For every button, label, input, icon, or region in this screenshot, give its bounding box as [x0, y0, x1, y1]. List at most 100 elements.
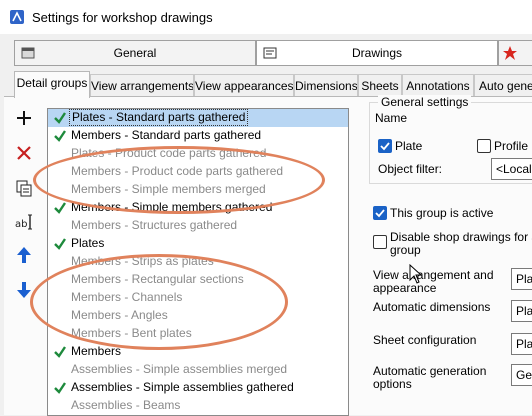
automatic-generation-combo[interactable]: Gen — [511, 364, 532, 386]
profile-label: Profile — [494, 139, 529, 153]
list-item-label: Plates - Product code parts gathered — [71, 146, 267, 160]
list-item-label: Members - Simple members merged — [71, 182, 266, 196]
tab-dimensions-label: Dimensions — [295, 79, 358, 93]
list-item[interactable]: Members - Standard parts gathered — [48, 127, 348, 145]
name-label: Name — [375, 111, 408, 125]
list-item-label: Members - Structures gathered — [71, 218, 238, 232]
disable-shop-label-1: Disable shop drawings for all i — [390, 230, 532, 244]
list-item[interactable]: Members - Rectangular sections — [48, 271, 348, 289]
app-logo-icon — [10, 10, 24, 24]
list-item[interactable]: Members - Simple members merged — [48, 181, 348, 199]
active-check-icon — [54, 382, 66, 394]
object-filter-label: Object filter: — [378, 162, 443, 176]
list-item-label: Members - Standard parts gathered — [71, 128, 262, 142]
list-item-label: Members — [71, 344, 122, 358]
active-check-icon — [54, 112, 66, 124]
active-check-icon — [54, 238, 66, 250]
automatic-generation-label-1: Automatic generation — [373, 364, 487, 378]
svg-text:ab: ab — [15, 219, 27, 230]
list-item-label: Members - Angles — [71, 308, 168, 322]
tab-detail-groups-label: Detail groups — [16, 76, 88, 90]
add-icon[interactable] — [14, 108, 34, 128]
copy-icon[interactable] — [14, 178, 34, 198]
list-item[interactable]: Members - Product code parts gathered — [48, 163, 348, 181]
list-item-label: Members - Simple members gathered — [71, 200, 273, 214]
tab-auto-generation[interactable]: Auto gener — [474, 74, 532, 96]
list-item-label: Assemblies - Simple assemblies merged — [71, 362, 288, 376]
list-item[interactable]: Members - Bent plates — [48, 325, 348, 343]
object-filter-value: <Local — [496, 162, 532, 176]
mouse-cursor-icon — [409, 264, 423, 284]
list-item[interactable]: Assemblies - Simple assemblies merged — [48, 361, 348, 379]
list-item-label: Members - Rectangular sections — [71, 272, 244, 286]
active-check-icon — [54, 346, 66, 358]
list-item[interactable]: Assemblies - Simple assemblies gathered — [48, 379, 348, 397]
active-check-icon — [54, 130, 66, 142]
tab-sheets-label: Sheets — [361, 79, 399, 93]
profile-checkbox[interactable] — [477, 139, 491, 153]
group-active-label: This group is active — [390, 206, 494, 220]
list-item[interactable]: Plates - Product code parts gathered — [48, 145, 348, 163]
list-item-label: Plates — [71, 236, 105, 250]
tab-auto-generation-label: Auto gener — [479, 79, 532, 93]
automatic-dimensions-label: Automatic dimensions — [373, 300, 491, 314]
group-active-checkbox[interactable] — [373, 206, 387, 220]
automatic-dimensions-value: Plat — [516, 304, 532, 318]
main-tab-strip: General Drawings — [0, 40, 532, 66]
window-title: Settings for workshop drawings — [32, 10, 213, 25]
list-item[interactable]: Members - Channels — [48, 289, 348, 307]
list-item[interactable]: Assemblies - Beams — [48, 397, 348, 415]
list-item[interactable]: Members - Strips as plates — [48, 253, 348, 271]
rename-icon[interactable]: ab — [14, 212, 34, 232]
active-check-icon — [54, 202, 66, 214]
list-item[interactable]: Members - Structures gathered — [48, 217, 348, 235]
list-item-label: Members - Strips as plates — [71, 254, 214, 268]
sheet-configuration-value: Plat — [516, 337, 532, 351]
tab-view-appearances[interactable]: View appearances — [194, 74, 294, 96]
view-arrangement-value: Plat — [516, 272, 532, 286]
object-filter-combo[interactable]: <Local — [491, 158, 532, 180]
list-item-label: Assemblies - Simple assemblies gathered — [71, 380, 294, 394]
list-item[interactable]: Members — [48, 343, 348, 361]
sheet-configuration-combo[interactable]: Plat — [511, 333, 532, 355]
disable-shop-checkbox[interactable] — [373, 235, 387, 249]
tab-general[interactable]: General — [14, 40, 256, 66]
plate-checkbox[interactable] — [378, 139, 392, 153]
list-item-label: Plates - Standard parts gathered — [69, 109, 249, 126]
list-item[interactable]: Plates — [48, 235, 348, 253]
delete-icon[interactable] — [14, 143, 34, 163]
disable-shop-label-2: group — [390, 243, 421, 257]
list-item-label: Assemblies - Beams — [71, 398, 181, 412]
view-arrangement-label-1: View arrangement and — [373, 268, 494, 282]
automatic-generation-label-2: options — [373, 377, 412, 391]
tab-sheets[interactable]: Sheets — [358, 74, 402, 96]
sub-tab-strip: Detail groups View arrangements View app… — [0, 71, 532, 98]
general-settings-legend: General settings — [378, 95, 472, 109]
check-icon — [375, 209, 385, 218]
list-item-label: Members - Bent plates — [71, 326, 192, 340]
list-item-label: Members - Product code parts gathered — [71, 164, 284, 178]
tab-annotations[interactable]: Annotations — [402, 74, 474, 96]
automatic-dimensions-combo[interactable]: Plat — [511, 300, 532, 322]
tab-drawings-label: Drawings — [351, 46, 402, 60]
tab-view-arrangements[interactable]: View arrangements — [90, 74, 194, 96]
move-down-icon[interactable] — [14, 280, 34, 300]
move-up-icon[interactable] — [14, 245, 34, 265]
view-arrangement-label-2: appearance — [373, 281, 437, 295]
tab-view-arrangements-label: View arrangements — [91, 79, 194, 93]
list-item[interactable]: Plates - Standard parts gathered — [48, 109, 348, 127]
list-item-label: Members - Channels — [71, 290, 183, 304]
tab-dimensions[interactable]: Dimensions — [294, 74, 358, 96]
tab-view-appearances-label: View appearances — [195, 79, 294, 93]
detail-groups-list[interactable]: Plates - Standard parts gathered Members … — [47, 108, 349, 416]
tab-drawings[interactable]: Drawings — [256, 40, 498, 66]
list-item[interactable]: Members - Simple members gathered — [48, 199, 348, 217]
view-arrangement-combo[interactable]: Plat — [511, 268, 532, 290]
tab-detail-groups[interactable]: Detail groups — [14, 71, 90, 98]
title-bar: Settings for workshop drawings — [0, 0, 532, 34]
tab-extra[interactable] — [498, 40, 532, 66]
tab-general-label: General — [113, 46, 157, 60]
automatic-generation-value: Gen — [516, 368, 532, 382]
list-item[interactable]: Members - Angles — [48, 307, 348, 325]
check-icon — [380, 142, 390, 151]
